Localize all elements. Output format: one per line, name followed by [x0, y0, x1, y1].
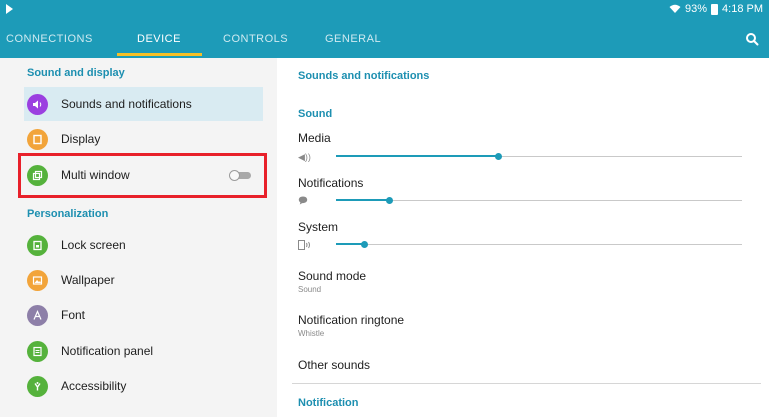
- wifi-icon: [669, 4, 681, 13]
- sidebar-item-label: Display: [61, 132, 101, 146]
- media-volume-slider[interactable]: [336, 153, 742, 160]
- section-header-sound: Sound: [298, 108, 333, 120]
- notifications-volume-label: Notifications: [298, 176, 364, 190]
- wallpaper-icon: [27, 269, 48, 291]
- system-volume-slider[interactable]: [336, 241, 742, 248]
- sound-mode-label[interactable]: Sound mode: [298, 269, 366, 283]
- tab-connections[interactable]: CONNECTIONS: [6, 20, 93, 58]
- media-play-icon: [6, 4, 13, 14]
- sidebar-item-notification-panel[interactable]: Notification panel: [24, 334, 263, 368]
- other-sounds-item[interactable]: Other sounds: [298, 358, 370, 372]
- sidebar-item-label: Wallpaper: [61, 273, 115, 287]
- section-header-personalization: Personalization: [27, 208, 109, 220]
- section-header-sound-display: Sound and display: [27, 67, 125, 79]
- sound-mode-value: Sound: [298, 285, 322, 294]
- slider-thumb[interactable]: [495, 153, 503, 160]
- notification-bubble-icon: [298, 196, 312, 206]
- settings-tab-bar: CONNECTIONS DEVICE CONTROLS GENERAL: [0, 20, 769, 58]
- sidebar-item-label: Font: [61, 308, 86, 322]
- page-title: Sounds and notifications: [298, 70, 430, 82]
- sidebar-item-lock-screen[interactable]: Lock screen: [24, 228, 263, 262]
- tab-general[interactable]: GENERAL: [325, 20, 381, 58]
- divider: [292, 383, 761, 384]
- display-icon: [27, 128, 48, 150]
- font-icon: [27, 304, 48, 326]
- media-volume-icon: ◀)): [298, 152, 311, 162]
- clock: 4:18 PM: [722, 3, 763, 15]
- search-icon[interactable]: [741, 28, 763, 50]
- status-indicators: 93% 4:18 PM: [669, 3, 763, 15]
- section-header-notification: Notification: [298, 397, 359, 409]
- notification-ringtone-label[interactable]: Notification ringtone: [298, 313, 404, 327]
- sidebar-item-label: Lock screen: [61, 238, 126, 252]
- system-volume-icon: [298, 240, 312, 250]
- accessibility-icon: [27, 375, 48, 397]
- notification-panel-icon: [27, 340, 48, 362]
- sidebar-item-label: Notification panel: [61, 344, 154, 358]
- sidebar-item-wallpaper[interactable]: Wallpaper: [24, 263, 263, 297]
- slider-rail: [336, 200, 742, 201]
- tab-controls[interactable]: CONTROLS: [223, 20, 288, 58]
- active-tab-indicator: [117, 53, 202, 56]
- slider-fill: [336, 199, 389, 201]
- slider-fill: [336, 155, 499, 157]
- sidebar-item-label: Sounds and notifications: [61, 97, 192, 111]
- sidebar-item-accessibility[interactable]: Accessibility: [24, 369, 263, 403]
- slider-rail: [336, 244, 742, 245]
- speaker-icon: [27, 93, 48, 115]
- sidebar-item-label: Accessibility: [61, 379, 127, 393]
- notifications-volume-slider[interactable]: [336, 197, 742, 204]
- battery-percent: 93%: [685, 3, 708, 15]
- slider-thumb[interactable]: [361, 241, 369, 248]
- battery-icon: [711, 3, 719, 15]
- slider-fill: [336, 243, 365, 245]
- sidebar-item-sounds-notifications[interactable]: Sounds and notifications: [24, 87, 263, 121]
- sidebar-item-font[interactable]: Font: [24, 298, 263, 332]
- highlight-box: [18, 153, 267, 198]
- slider-thumb[interactable]: [385, 197, 393, 204]
- status-bar: 93% 4:18 PM: [0, 0, 769, 20]
- notification-ringtone-value: Whistle: [298, 329, 325, 338]
- media-volume-label: Media: [298, 131, 331, 145]
- sidebar-item-display[interactable]: Display: [24, 122, 263, 156]
- lock-screen-icon: [27, 234, 48, 256]
- system-volume-label: System: [298, 220, 339, 234]
